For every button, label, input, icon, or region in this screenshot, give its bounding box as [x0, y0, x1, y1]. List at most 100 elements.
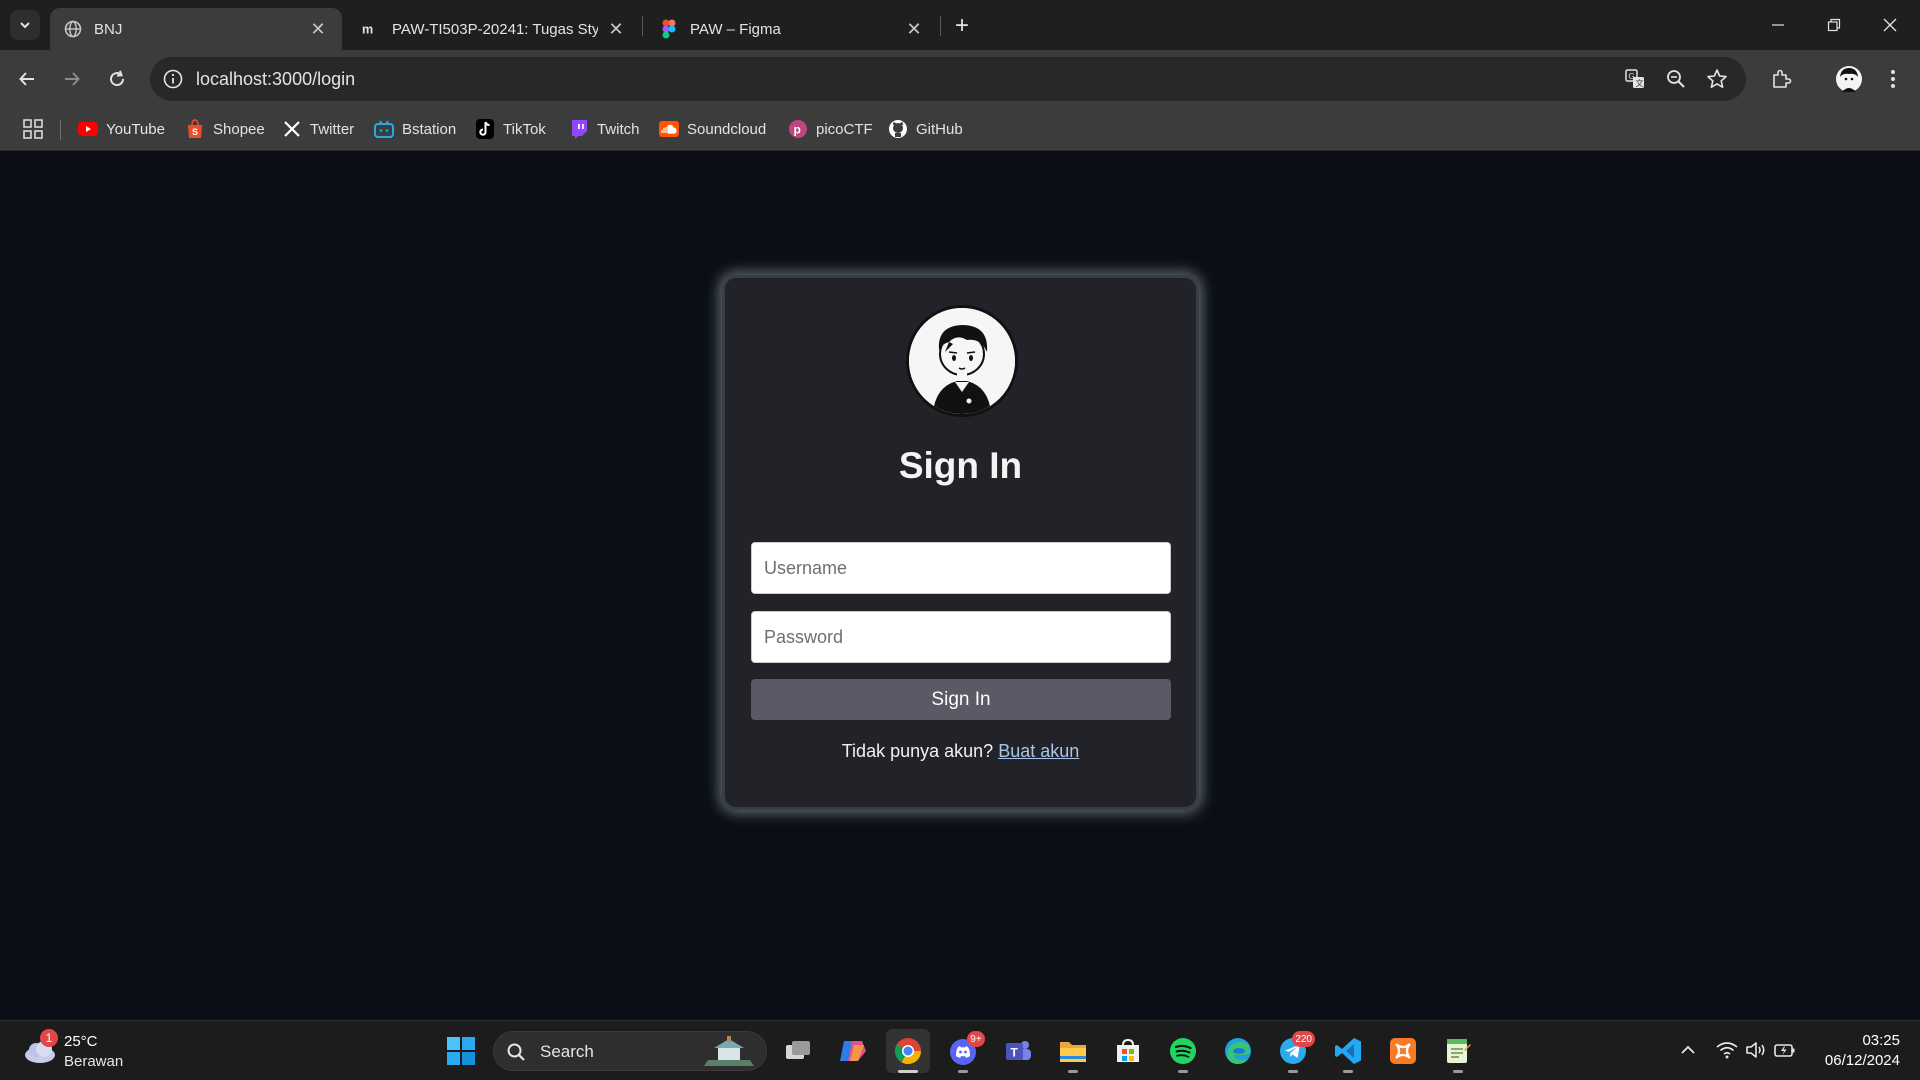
- taskbar-app-notepad[interactable]: [1436, 1029, 1480, 1073]
- zoom-icon[interactable]: [1665, 68, 1687, 90]
- tab-bnj[interactable]: BNJ ✕: [50, 8, 342, 50]
- twitch-icon: [569, 119, 589, 139]
- bookmark-picoctf[interactable]: p picoCTF: [788, 116, 873, 142]
- clock-time: 03:25: [1862, 1032, 1900, 1049]
- tab-separator: [642, 16, 643, 36]
- username-input[interactable]: [751, 542, 1171, 594]
- password-input[interactable]: [751, 611, 1171, 663]
- running-indicator: [1068, 1070, 1078, 1073]
- taskbar-app-task-view[interactable]: [776, 1029, 820, 1073]
- reload-icon: [110, 70, 125, 87]
- bookmark-bstation[interactable]: Bstation: [374, 116, 456, 142]
- volume-icon[interactable]: [1745, 1039, 1767, 1061]
- taskbar-app-teams[interactable]: T: [996, 1029, 1040, 1073]
- profile-avatar-icon[interactable]: [1834, 64, 1864, 94]
- tab-paw-tugas[interactable]: m PAW-TI503P-20241: Tugas Styling ✕: [348, 8, 640, 50]
- minimize-icon: [1772, 24, 1784, 26]
- task-view-icon: [786, 1041, 810, 1059]
- windows-logo-icon: [447, 1037, 475, 1065]
- restore-button[interactable]: [1806, 0, 1862, 50]
- bookmark-label: Twitch: [597, 120, 640, 138]
- site-info-icon[interactable]: [162, 68, 184, 90]
- bstation-icon: [374, 119, 394, 139]
- bookmark-label: Twitter: [310, 120, 355, 138]
- taskbar-app-microsoft-store[interactable]: [1106, 1029, 1150, 1073]
- bookmark-label: Shopee: [213, 120, 265, 138]
- bookmark-label: GitHub: [916, 120, 963, 138]
- tab-search-button[interactable]: [10, 10, 40, 40]
- taskbar-app-file-explorer[interactable]: [1051, 1029, 1095, 1073]
- vscode-icon: [1335, 1038, 1361, 1064]
- taskbar-app-discord[interactable]: 9+: [941, 1029, 985, 1073]
- running-indicator: [1178, 1070, 1188, 1073]
- clock-date: 06/12/2024: [1824, 1052, 1900, 1069]
- weather-desc: Berawan: [64, 1053, 124, 1070]
- running-indicator: [1288, 1070, 1298, 1073]
- bookmark-twitter[interactable]: Twitter: [282, 116, 354, 142]
- active-indicator: [898, 1070, 918, 1073]
- login-card: Sign In Sign In Tidak punya akun? Buat a…: [722, 275, 1199, 810]
- bookmark-label: Bstation: [402, 120, 457, 138]
- close-window-button[interactable]: [1862, 0, 1918, 50]
- bookmark-star-icon[interactable]: [1706, 68, 1728, 90]
- tab-strip: BNJ ✕ m PAW-TI503P-20241: Tugas Styling …: [0, 0, 1920, 50]
- create-account-link[interactable]: Buat akun: [998, 741, 1079, 761]
- soundcloud-icon: [659, 119, 679, 139]
- arrow-right-icon: [65, 72, 80, 86]
- page-title: Sign In: [898, 445, 1023, 486]
- bookmark-soundcloud[interactable]: Soundcloud: [659, 116, 766, 142]
- menu-kebab-icon[interactable]: [1878, 64, 1908, 94]
- back-button[interactable]: [12, 64, 42, 94]
- bookmark-tiktok[interactable]: TikTok: [475, 116, 546, 142]
- wifi-icon[interactable]: [1716, 1039, 1738, 1061]
- copilot-icon: [840, 1041, 866, 1061]
- figma-icon: [660, 19, 678, 39]
- reload-button[interactable]: [102, 64, 132, 94]
- picoctf-icon: p: [788, 119, 808, 139]
- tiktok-icon: [475, 119, 495, 139]
- svg-text:S: S: [192, 127, 198, 137]
- extensions-icon[interactable]: [1766, 64, 1796, 94]
- edge-icon: [1225, 1038, 1251, 1064]
- minimize-button[interactable]: [1750, 0, 1806, 50]
- bookmark-twitch[interactable]: Twitch: [569, 116, 640, 142]
- taskbar-clock[interactable]: 03:25 06/12/2024: [1806, 1031, 1900, 1071]
- page-viewport: Sign In Sign In Tidak punya akun? Buat a…: [0, 151, 1920, 1020]
- search-label: Search: [540, 1042, 594, 1061]
- weather-widget[interactable]: 1 25°C Berawan: [22, 1029, 162, 1073]
- bookmark-youtube[interactable]: YouTube: [78, 116, 165, 142]
- bookmark-label: Soundcloud: [687, 120, 767, 138]
- taskbar-app-chrome[interactable]: [886, 1029, 930, 1073]
- start-button[interactable]: [446, 1036, 476, 1066]
- tab-close-icon[interactable]: ✕: [904, 19, 924, 39]
- taskbar-search[interactable]: Search: [493, 1031, 767, 1071]
- running-indicator: [1453, 1070, 1463, 1073]
- tab-close-icon[interactable]: ✕: [308, 19, 328, 39]
- address-bar[interactable]: localhost:3000/login G文: [150, 57, 1746, 101]
- bookmark-github[interactable]: GitHub: [888, 116, 963, 142]
- register-prompt-text: Tidak punya akun?: [841, 741, 994, 761]
- taskbar-app-telegram[interactable]: 220: [1271, 1029, 1315, 1073]
- taskbar-app-edge[interactable]: [1216, 1029, 1260, 1073]
- battery-charging-icon[interactable]: [1774, 1039, 1796, 1061]
- notification-badge: 9+: [967, 1031, 985, 1047]
- apps-grid-icon[interactable]: [22, 118, 44, 140]
- github-icon: [888, 119, 908, 139]
- new-tab-button[interactable]: +: [948, 12, 976, 40]
- translate-icon[interactable]: G文: [1624, 68, 1646, 90]
- tab-title: PAW – Figma: [690, 20, 781, 38]
- forward-button[interactable]: [57, 64, 87, 94]
- taskbar-app-xampp[interactable]: [1381, 1029, 1425, 1073]
- browser-toolbar: localhost:3000/login G文: [0, 50, 1920, 108]
- tab-figma[interactable]: PAW – Figma ✕: [646, 8, 938, 50]
- weather-temp: 25°C: [64, 1033, 98, 1050]
- taskbar-app-spotify[interactable]: [1161, 1029, 1205, 1073]
- chrome-icon: [894, 1038, 922, 1065]
- tab-close-icon[interactable]: ✕: [606, 19, 626, 39]
- show-hidden-icons-chevron-up-icon[interactable]: [1677, 1039, 1699, 1061]
- sign-in-button[interactable]: Sign In: [751, 679, 1171, 720]
- bookmark-shopee[interactable]: S Shopee: [185, 116, 265, 142]
- taskbar-app-vscode[interactable]: [1326, 1029, 1370, 1073]
- taskbar-app-copilot[interactable]: [831, 1029, 875, 1073]
- xampp-icon: [1390, 1038, 1416, 1064]
